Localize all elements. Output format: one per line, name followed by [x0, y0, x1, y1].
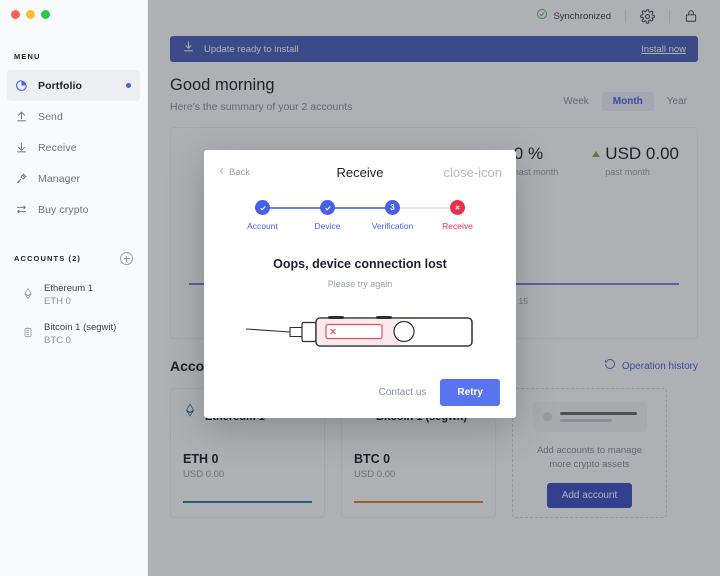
sidebar-item-manager[interactable]: Manager — [7, 163, 140, 194]
tools-icon — [15, 172, 28, 185]
sidebar-item-label: Send — [38, 110, 63, 123]
sidebar-item-label: Buy crypto — [38, 203, 89, 216]
window-close-button[interactable] — [11, 10, 20, 19]
ethereum-icon — [22, 287, 34, 305]
sidebar-account-name: Ethereum 1 — [44, 283, 94, 294]
step-device: Device — [295, 200, 393, 231]
back-button-label: Back — [229, 166, 251, 178]
receive-modal: Back Receive close-icon Account Device 3… — [204, 150, 516, 418]
bitcoin-icon — [22, 326, 34, 344]
sidebar-menu: Portfolio Send Receive Manager Buy crypt… — [0, 70, 147, 225]
step-marker-device — [320, 200, 335, 215]
sidebar-item-label: Portfolio — [38, 79, 83, 92]
step-label-device: Device — [314, 221, 341, 231]
step-receive: Receive — [425, 200, 490, 231]
app-window: MENU Portfolio Send Receive Manager Buy … — [0, 0, 720, 576]
swap-icon — [15, 203, 28, 216]
contact-us-link[interactable]: Contact us — [379, 387, 427, 398]
retry-button[interactable]: Retry — [440, 378, 500, 406]
chevron-left-icon — [218, 167, 226, 178]
window-maximize-button[interactable] — [41, 10, 50, 19]
accounts-heading: ACCOUNTS (2) — [14, 254, 81, 263]
close-icon[interactable]: close-icon — [443, 166, 502, 179]
step-label-receive: Receive — [442, 221, 473, 231]
error-subtitle: Please try again — [327, 279, 393, 289]
step-marker-account — [255, 200, 270, 215]
back-button[interactable]: Back — [218, 167, 250, 178]
step-account: Account — [230, 200, 328, 231]
step-marker-verification: 3 — [385, 200, 400, 215]
sidebar-item-buy-crypto[interactable]: Buy crypto — [7, 194, 140, 225]
error-title: Oops, device connection lost — [273, 257, 447, 271]
step-label-account: Account — [247, 221, 278, 231]
sidebar-account-balance: BTC 0 — [44, 334, 71, 346]
modal-header: Back Receive close-icon — [204, 150, 516, 194]
receive-stepper: Account Device 3 Verification Receive — [204, 200, 516, 231]
modal-body: Oops, device connection lost Please try … — [204, 231, 516, 366]
sidebar-item-label: Receive — [38, 141, 77, 154]
arrow-up-icon — [15, 110, 28, 123]
sidebar-account-ethereum[interactable]: Ethereum 1 ETH 0 — [7, 276, 140, 315]
hardware-wallet-error-icon — [244, 310, 476, 355]
step-marker-receive — [450, 200, 465, 215]
sidebar-accounts-list: Ethereum 1 ETH 0 Bitcoin 1 (segwit) BTC … — [0, 276, 147, 354]
arrow-down-icon — [15, 141, 28, 154]
sidebar-item-portfolio[interactable]: Portfolio — [7, 70, 140, 101]
sidebar: MENU Portfolio Send Receive Manager Buy … — [0, 0, 148, 576]
step-verification: 3 Verification — [360, 200, 458, 231]
sidebar-item-send[interactable]: Send — [7, 101, 140, 132]
window-minimize-button[interactable] — [26, 10, 35, 19]
window-traffic-lights — [0, 0, 147, 19]
modal-footer: Contact us Retry — [204, 366, 516, 418]
sidebar-account-text: Ethereum 1 ETH 0 — [44, 283, 93, 308]
accounts-heading-row: ACCOUNTS (2) — [0, 252, 147, 265]
pie-chart-icon — [15, 79, 28, 92]
sidebar-item-label: Manager — [38, 172, 81, 185]
sidebar-account-balance: ETH 0 — [44, 295, 71, 307]
sidebar-item-receive[interactable]: Receive — [7, 132, 140, 163]
step-label-verification: Verification — [371, 221, 414, 231]
plus-circle-icon[interactable] — [120, 252, 133, 265]
menu-heading: MENU — [14, 52, 41, 61]
sidebar-account-bitcoin[interactable]: Bitcoin 1 (segwit) BTC 0 — [7, 315, 140, 354]
sidebar-account-name: Bitcoin 1 (segwit) — [44, 322, 117, 334]
sidebar-account-text: Bitcoin 1 (segwit) BTC 0 — [44, 322, 116, 347]
portfolio-active-dot — [126, 83, 131, 88]
